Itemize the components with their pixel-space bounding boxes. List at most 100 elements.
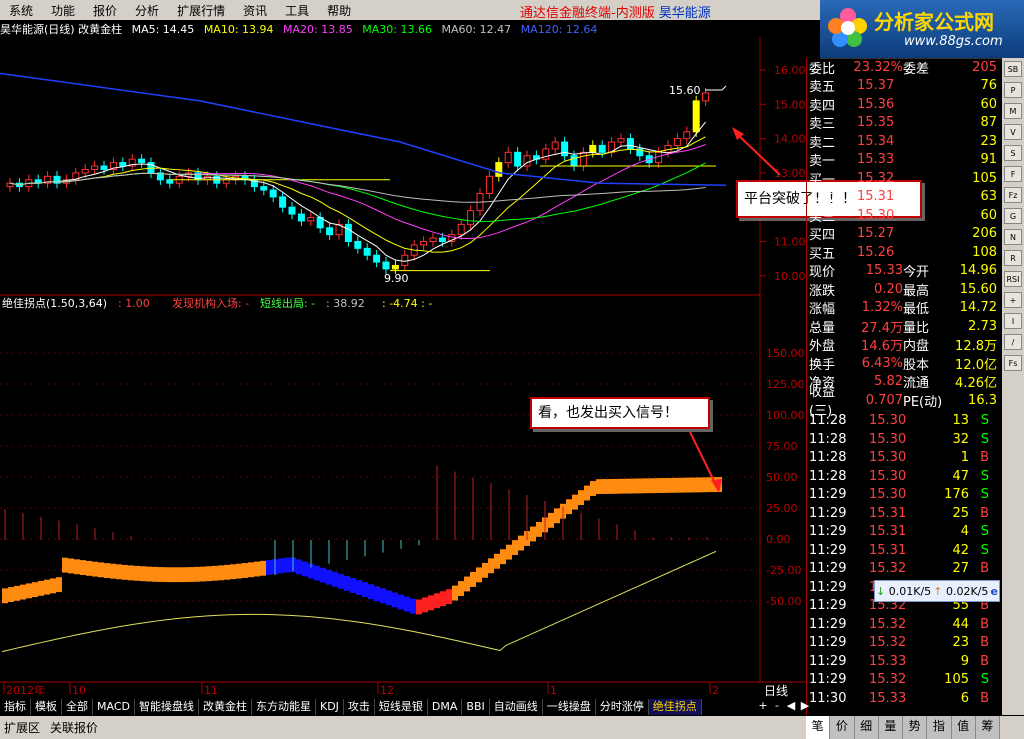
menu-ext-market[interactable]: 扩展行情 (168, 2, 234, 19)
candle-body (91, 165, 99, 170)
indicator-tab[interactable]: 东方动能星 (252, 699, 316, 715)
tool-button-icon[interactable]: G (1004, 208, 1022, 224)
right-tab[interactable]: 笔 (806, 716, 831, 739)
minus-button[interactable]: - (770, 699, 784, 712)
tick-side: S (980, 431, 989, 447)
candle-body (683, 131, 691, 140)
indicator-tab[interactable]: 模板 (31, 699, 62, 715)
menu-info[interactable]: 资讯 (234, 2, 276, 19)
indicator-tab[interactable]: 一线操盘 (543, 699, 596, 715)
indicator-tab[interactable]: 短线是银 (375, 699, 428, 715)
indicator-bar (392, 592, 398, 608)
right-tab[interactable]: 指 (927, 716, 952, 739)
indicator-tab[interactable]: 攻击 (344, 699, 375, 715)
tool-button-icon[interactable]: RSI (1004, 271, 1022, 287)
indicator-bar (590, 481, 596, 496)
menu-quote[interactable]: 报价 (84, 2, 126, 19)
bid-volume: 108 (972, 244, 997, 260)
candle-body (561, 141, 569, 157)
indicator-tab[interactable]: 自动画线 (490, 699, 543, 715)
tool-button-icon[interactable]: R (1004, 250, 1022, 266)
price-tick-label: 10.00 (774, 270, 806, 283)
prev-icon[interactable]: ◀ (784, 699, 798, 712)
menu-help[interactable]: 帮助 (318, 2, 360, 19)
ask-label: 卖五 (809, 80, 836, 95)
next-icon[interactable]: ▶ (798, 699, 812, 712)
price-tick-label: 11.00 (774, 236, 806, 249)
indicator-bar (596, 479, 602, 495)
indicator-bar (110, 563, 116, 579)
buy-signal-annotation: 看，也发出买入信号！ (530, 397, 710, 429)
indicator-bar (284, 557, 290, 573)
candle-body (391, 265, 399, 270)
quote-row: 换手 6.43% 股本 12.0亿 (809, 354, 997, 373)
tool-button-icon[interactable]: F (1004, 166, 1022, 182)
tool-button-icon[interactable]: Fs (1004, 355, 1022, 371)
indicator-bar (536, 521, 542, 537)
period-label[interactable]: 日线 (764, 682, 788, 699)
indicator-bar (38, 580, 44, 596)
indicator-tab[interactable]: DMA (428, 699, 463, 715)
indicator-tab[interactable]: KDJ (316, 699, 344, 715)
right-tab[interactable]: 值 (952, 716, 976, 739)
right-tab[interactable]: 势 (903, 716, 928, 739)
add-button[interactable]: + (756, 699, 770, 712)
indicator-tab[interactable]: 全部 (62, 699, 93, 715)
indicator-tab[interactable]: 指标 (0, 699, 31, 715)
quote-row: 收益(三) 0.707 PE(动) 16.3 (809, 385, 997, 419)
indicator-bar (224, 564, 230, 580)
menu-analysis[interactable]: 分析 (126, 2, 168, 19)
ext-area-tab[interactable]: 扩展区 (4, 719, 40, 736)
tool-button-icon[interactable]: SB (1004, 61, 1022, 77)
candle-body (279, 196, 287, 208)
indicator-bar (218, 565, 224, 581)
indicator-buy-label: 发现机构入场: - (172, 296, 249, 310)
indicator-tab[interactable]: 改黄金柱 (199, 699, 252, 715)
candle-body (363, 247, 371, 256)
tick-time: 11:28 (809, 468, 847, 484)
indicator-bar (146, 566, 152, 582)
indicator-bar (692, 477, 698, 493)
right-tab[interactable]: 细 (855, 716, 879, 739)
indicator-tab[interactable]: 智能操盘线 (135, 699, 199, 715)
indicator-tab[interactable]: BBI (462, 699, 490, 715)
bid-label: 买二 (809, 191, 836, 206)
related-quote-tab[interactable]: 关联报价 (50, 719, 98, 736)
quote-row: 11:29 15.32 44 B (809, 615, 989, 633)
tool-button-icon[interactable]: Fz (1004, 187, 1022, 203)
indicator-bar (302, 561, 308, 577)
indicator-bar (164, 567, 170, 583)
price-tick-label: 16.00 (774, 64, 806, 77)
stat-label: 量比 (903, 320, 930, 336)
tick-side: B (980, 561, 989, 576)
tick-price: 15.33 (869, 653, 907, 669)
tool-button-icon[interactable]: N (1004, 229, 1022, 245)
indicator-tab[interactable]: MACD (93, 699, 135, 715)
tool-button-icon[interactable]: / (1004, 334, 1022, 350)
tool-button-icon[interactable]: V (1004, 124, 1022, 140)
menu-function[interactable]: 功能 (42, 2, 84, 19)
e-icon[interactable]: e (990, 585, 997, 598)
kline-chart-area[interactable]: 16.0015.0014.0013.0012.0011.0010.00 150.… (0, 37, 806, 701)
indicator-tab[interactable]: 分时涨停 (596, 699, 649, 715)
tool-button-icon[interactable]: S (1004, 145, 1022, 161)
right-tab[interactable]: 价 (830, 716, 855, 739)
high-mark: 15.60 (669, 84, 701, 97)
tool-button-icon[interactable]: I (1004, 313, 1022, 329)
quote-row: 买三 15.30 60 (809, 206, 997, 225)
indicator-tab[interactable]: 绝佳拐点 (648, 699, 702, 715)
menu-system[interactable]: 系统 (0, 2, 42, 19)
stat-value: 5.82 (874, 374, 903, 389)
tool-button-icon[interactable]: + (1004, 292, 1022, 308)
tool-button-icon[interactable]: M (1004, 103, 1022, 119)
indicator-bar (128, 565, 134, 581)
time-axis-label: 1 (550, 684, 557, 697)
stat-label: 外盘 (809, 339, 836, 354)
right-tab[interactable]: 量 (879, 716, 903, 739)
candle-body (429, 237, 437, 243)
right-tab[interactable]: 筹 (976, 716, 1000, 739)
indicator-bar (248, 562, 254, 578)
tick-side: B (980, 653, 989, 669)
menu-tools[interactable]: 工具 (276, 2, 318, 19)
tool-button-icon[interactable]: P (1004, 82, 1022, 98)
